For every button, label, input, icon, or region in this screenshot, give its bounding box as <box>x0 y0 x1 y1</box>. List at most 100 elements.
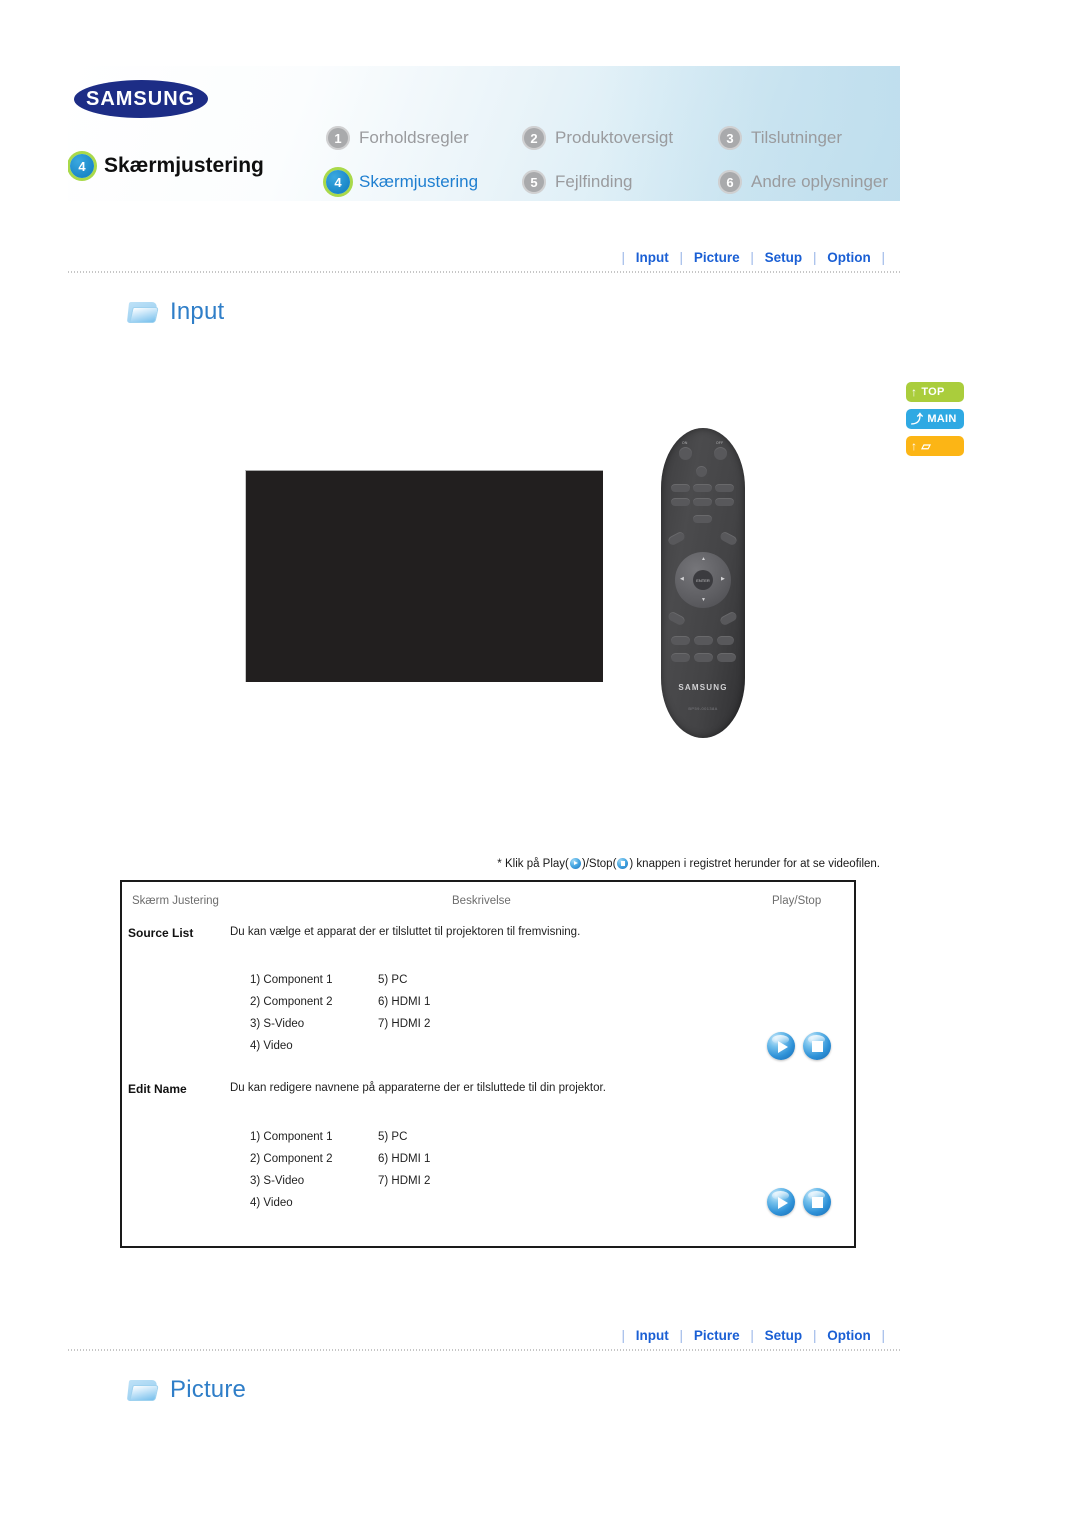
remote-upper-right-button <box>718 530 739 547</box>
note-prefix: * Klik på Play( <box>497 858 569 870</box>
remote-bottom-button-5 <box>694 653 713 662</box>
nav-number-badge-3: 3 <box>718 126 742 150</box>
active-section-label: Skærmjustering <box>104 154 264 177</box>
option-item: 5) PC <box>378 974 408 986</box>
remote-source-button-7 <box>693 515 712 523</box>
settings-table: Skærm Justering Beskrivelse Play/Stop So… <box>120 880 856 1248</box>
header-nav-item-3[interactable]: 3 Tilslutninger <box>718 126 896 150</box>
tab-setup-bottom[interactable]: Setup <box>765 1328 803 1343</box>
remote-lower-right-button <box>718 610 739 627</box>
tab-picture-bottom[interactable]: Picture <box>694 1328 740 1343</box>
main-button-label: MAIN <box>927 413 957 425</box>
row-name-edit-name: Edit Name <box>128 1082 187 1096</box>
option-item: 5) PC <box>378 1131 408 1143</box>
nav-label-3: Tilslutninger <box>751 128 843 147</box>
section-heading-picture: Picture <box>126 1376 247 1404</box>
folder-icon <box>126 300 159 324</box>
samsung-logo-text: SAMSUNG <box>86 87 196 110</box>
remote-bottom-button-1 <box>671 636 690 645</box>
nav-number-badge-4: 4 <box>326 170 350 194</box>
back-button[interactable]: ↑ ▱ <box>906 436 964 456</box>
top-button-label: TOP <box>921 386 945 398</box>
tab-separator: | <box>679 250 684 265</box>
remote-menu-button <box>696 466 707 477</box>
section-heading-input: Input <box>126 298 225 326</box>
row-description-edit-name: Du kan redigere navnene på apparaterne d… <box>230 1082 606 1094</box>
row-options-source-list: 1) Component 1 5) PC 2) Component 2 6) H… <box>250 974 506 1052</box>
remote-source-button-5 <box>693 498 712 506</box>
nav-number-badge-2: 2 <box>522 126 546 150</box>
video-placeholder[interactable] <box>245 470 603 682</box>
remote-bottom-button-6 <box>717 653 736 662</box>
nav-label-1: Forholdsregler <box>359 128 469 147</box>
section-title-input: Input <box>170 298 225 325</box>
top-button[interactable]: ↑ TOP <box>906 382 964 402</box>
header-nav-item-4[interactable]: 4 Skærmjustering <box>326 170 522 194</box>
remote-bottom-button-2 <box>694 636 713 645</box>
section-number-badge: 4 <box>70 154 94 178</box>
option-item: 6) HDMI 1 <box>378 996 431 1008</box>
row-name-source-list: Source List <box>128 926 194 940</box>
stop-icon-inline <box>617 858 629 869</box>
remote-power-on-button <box>679 447 692 460</box>
tab-input-bottom[interactable]: Input <box>636 1328 669 1343</box>
divider-bottom <box>68 1349 900 1351</box>
nav-label-6: Andre oplysninger <box>751 172 889 191</box>
nav-label-4: Skærmjustering <box>359 172 479 191</box>
tab-separator: | <box>621 1328 626 1343</box>
main-button[interactable]: ⤴ MAIN <box>906 409 964 429</box>
tab-separator: | <box>812 1328 817 1343</box>
remote-source-button-6 <box>715 498 734 506</box>
header-nav-item-5[interactable]: 5 Fejlfinding <box>522 170 718 194</box>
header-nav: 1 Forholdsregler 2 Produktoversigt 3 Til… <box>326 116 896 201</box>
tab-separator: | <box>881 250 885 265</box>
tab-separator: | <box>679 1328 684 1343</box>
play-button[interactable] <box>767 1188 795 1216</box>
tab-picture-top[interactable]: Picture <box>694 250 740 265</box>
dpad-right-icon: ▶ <box>721 576 725 582</box>
remote-lower-left-button <box>666 610 687 627</box>
dpad-left-icon: ◀ <box>680 576 684 582</box>
stop-button[interactable] <box>803 1032 831 1060</box>
nav-number-badge-5: 5 <box>522 170 546 194</box>
tab-option-bottom[interactable]: Option <box>827 1328 871 1343</box>
tab-separator: | <box>621 250 626 265</box>
tab-option-top[interactable]: Option <box>827 250 871 265</box>
remote-dpad: ▲ ▼ ◀ ▶ ENTER <box>675 552 731 608</box>
header-nav-item-6[interactable]: 6 Andre oplysninger <box>718 170 896 194</box>
header-nav-item-1[interactable]: 1 Forholdsregler <box>326 126 522 150</box>
option-item: 4) Video <box>250 1040 293 1052</box>
option-item: 3) S-Video <box>250 1175 305 1187</box>
option-item: 6) HDMI 1 <box>378 1153 431 1165</box>
play-icon-inline <box>569 858 581 869</box>
row-playstop-source-list <box>767 1032 831 1060</box>
row-options-edit-name: 1) Component 1 5) PC 2) Component 2 6) H… <box>250 1131 506 1209</box>
header-nav-item-2[interactable]: 2 Produktoversigt <box>522 126 718 150</box>
tab-separator: | <box>881 1328 885 1343</box>
tabbar-top: | Input | Picture | Setup | Option | <box>68 250 900 265</box>
side-navigation-buttons: ↑ TOP ⤴ MAIN ↑ ▱ <box>906 382 964 456</box>
remote-model-label: BP59-00138A <box>688 706 718 711</box>
option-item: 2) Component 2 <box>250 996 333 1008</box>
dpad-up-icon: ▲ <box>701 556 706 562</box>
tab-separator: | <box>750 1328 754 1343</box>
remote-source-button-1 <box>671 484 690 492</box>
stop-button[interactable] <box>803 1188 831 1216</box>
section-title-picture: Picture <box>170 1376 247 1403</box>
tab-input-top[interactable]: Input <box>636 250 669 265</box>
dpad-down-icon: ▼ <box>701 597 706 603</box>
dpad-enter-button: ENTER <box>693 570 713 590</box>
book-icon: ▱ <box>921 439 931 453</box>
remote-upper-left-button <box>666 530 687 547</box>
option-item: 4) Video <box>250 1197 293 1209</box>
tab-setup-top[interactable]: Setup <box>765 250 803 265</box>
samsung-logo: SAMSUNG <box>73 80 209 118</box>
nav-label-2: Produktoversigt <box>555 128 674 147</box>
divider-top <box>68 271 900 273</box>
arrow-curved-icon: ⤴ <box>911 412 924 426</box>
video-instruction-note: * Klik på Play()/Stop() knappen i regist… <box>120 858 880 870</box>
row-playstop-edit-name <box>767 1188 831 1216</box>
option-item: 1) Component 1 <box>250 974 333 986</box>
play-button[interactable] <box>767 1032 795 1060</box>
option-item: 1) Component 1 <box>250 1131 333 1143</box>
